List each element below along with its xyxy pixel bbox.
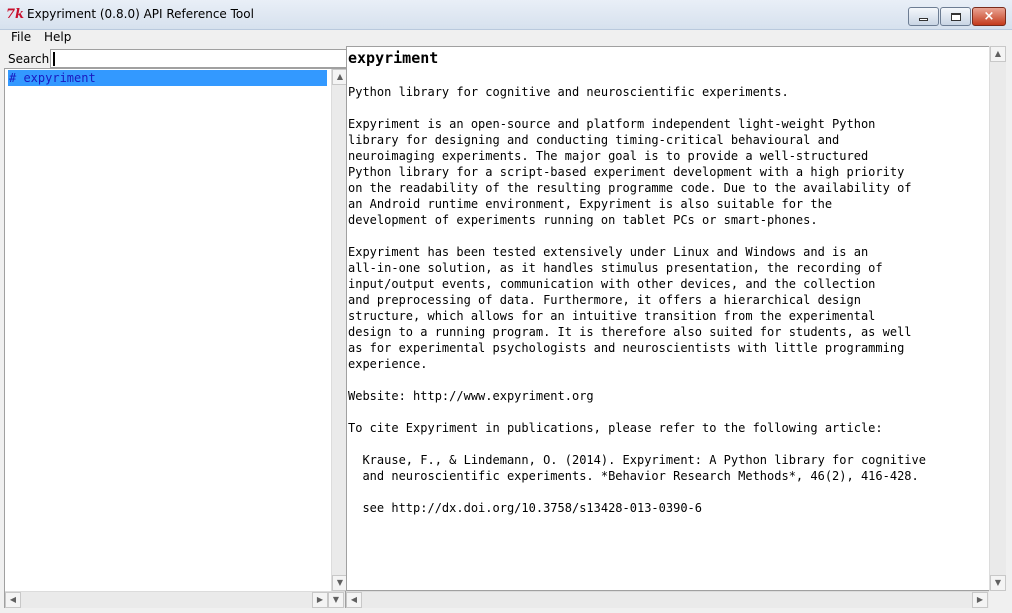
doc-line: and preprocessing of data. Furthermore, … (348, 293, 861, 307)
doc-line: structure, which allows for an intuitive… (348, 309, 876, 323)
chevron-down-icon: ▼ (332, 595, 340, 604)
doc-line: Expyriment is an open-source and platfor… (348, 117, 876, 131)
scrollbar-corner (989, 591, 1006, 608)
scroll-right-button[interactable]: ▶ (972, 592, 988, 608)
chevron-right-icon: ▶ (316, 595, 324, 604)
menu-help[interactable]: Help (44, 30, 71, 46)
doc-line: as for experimental psychologists and ne… (348, 341, 905, 355)
doc-line: experience. (348, 357, 428, 371)
text-caret (53, 52, 55, 66)
scroll-left-button[interactable]: ◀ (5, 592, 21, 608)
tree-item-expyriment[interactable]: # expyriment (8, 70, 327, 86)
scroll-right-button[interactable]: ▶ (312, 592, 328, 608)
search-input[interactable] (50, 49, 348, 68)
window-title: Expyriment (0.8.0) API Reference Tool (27, 7, 254, 21)
doc-horizontal-scrollbar[interactable]: ◀ ▶ (346, 591, 989, 608)
maximize-icon (950, 12, 961, 21)
menu-bar: File Help (0, 30, 1012, 46)
close-icon: × (983, 9, 995, 24)
minimize-button[interactable] (908, 7, 939, 26)
menu-file[interactable]: File (11, 30, 31, 46)
title-bar[interactable]: 7k Expyriment (0.8.0) API Reference Tool… (0, 0, 1012, 30)
doc-line: Python library for cognitive and neurosc… (348, 85, 789, 99)
doc-line: see http://dx.doi.org/10.3758/s13428-013… (348, 501, 703, 515)
doc-line: Expyriment has been tested extensively u… (348, 245, 869, 259)
doc-line: Krause, F., & Lindemann, O. (2014). Expy… (348, 453, 926, 467)
main-frame: Search: # expyriment ▲ ▼ ◀ ▶ ▼ expyrimen… (0, 46, 1012, 613)
chevron-up-icon: ▲ (994, 49, 1002, 58)
doc-line: input/output events, communication with … (348, 277, 876, 291)
doc-title: expyriment (348, 49, 439, 67)
chevron-left-icon: ◀ (9, 595, 17, 604)
scroll-up-button[interactable]: ▲ (990, 46, 1006, 62)
doc-line: design to a running program. It is there… (348, 325, 912, 339)
scroll-down-button[interactable]: ▼ (990, 575, 1006, 591)
close-button[interactable]: × (972, 7, 1006, 26)
doc-line: Website: http://www.expyriment.org (348, 389, 594, 403)
doc-line: library for designing and conducting tim… (348, 133, 840, 147)
doc-line: To cite Expyriment in publications, plea… (348, 421, 883, 435)
doc-vertical-scrollbar[interactable]: ▲ ▼ (989, 46, 1006, 591)
doc-line: development of experiments running on ta… (348, 213, 818, 227)
chevron-down-icon: ▼ (994, 578, 1002, 587)
chevron-left-icon: ◀ (350, 595, 358, 604)
doc-line: on the readability of the resulting prog… (348, 181, 912, 195)
chevron-down-icon: ▼ (336, 578, 344, 587)
doc-line: Python library for a script-based experi… (348, 165, 905, 179)
chevron-right-icon: ▶ (976, 595, 984, 604)
api-tree-list[interactable]: # expyriment ▲ ▼ ◀ ▶ ▼ (4, 68, 348, 608)
minimize-icon (919, 17, 928, 21)
doc-line: and neuroscientific experiments. *Behavi… (348, 469, 919, 483)
tk-app-icon: 7k (6, 7, 25, 22)
doc-line: all-in-one solution, as it handles stimu… (348, 261, 883, 275)
search-row: Search: (4, 49, 348, 68)
doc-line: an Android runtime environment, Expyrime… (348, 197, 833, 211)
search-label: Search: (8, 52, 54, 66)
scroll-left-button[interactable]: ◀ (346, 592, 362, 608)
tree-horizontal-scrollbar[interactable]: ◀ ▶ ▼ (5, 591, 345, 608)
doc-text-area[interactable]: expyriment Python library for cognitive … (346, 46, 989, 591)
doc-line: neuroimaging experiments. The major goal… (348, 149, 869, 163)
chevron-up-icon: ▲ (336, 72, 344, 81)
maximize-button[interactable] (940, 7, 971, 26)
scroll-down-button[interactable]: ▼ (328, 592, 344, 608)
